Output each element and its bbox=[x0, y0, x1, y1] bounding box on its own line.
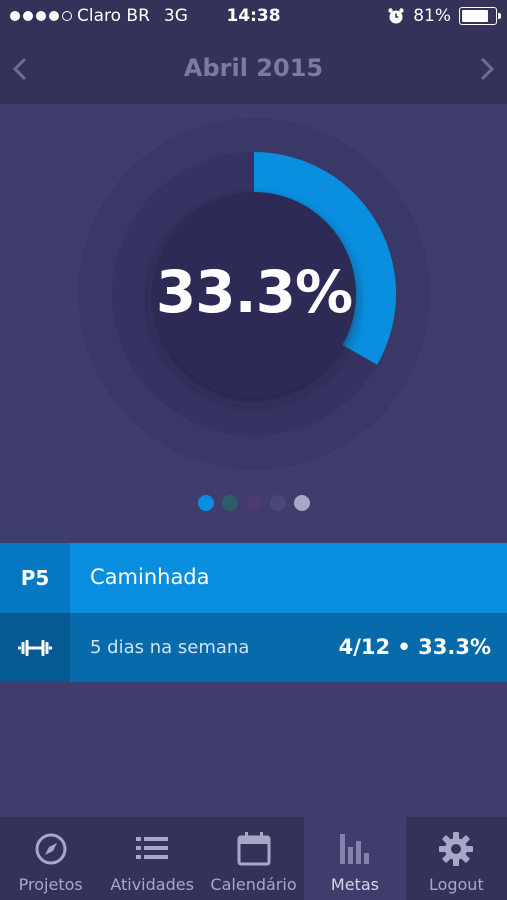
goal-icon-box bbox=[0, 613, 70, 682]
alarm-icon bbox=[388, 8, 404, 24]
goal-header[interactable]: P5 Caminhada bbox=[0, 543, 507, 613]
pager-dot[interactable] bbox=[197, 495, 214, 511]
gear-icon bbox=[439, 832, 474, 866]
chevron-right-icon[interactable] bbox=[475, 56, 499, 82]
header: Abril 2015 bbox=[0, 32, 507, 104]
status-bar: Claro BR 3G 14:38 81% bbox=[0, 0, 507, 32]
calendar-icon bbox=[237, 832, 271, 866]
goal-details[interactable]: 5 dias na semana 4/12 • 33.3% bbox=[0, 613, 507, 682]
tab-calendario[interactable]: Calendário bbox=[203, 817, 304, 900]
tab-label: Metas bbox=[330, 875, 379, 894]
pager-dot[interactable] bbox=[221, 495, 238, 511]
pager-dot[interactable] bbox=[293, 495, 310, 511]
tab-bar: Projetos Atividades Calendário Metas Log… bbox=[0, 817, 507, 900]
bar-chart-icon bbox=[339, 834, 369, 864]
battery-icon bbox=[459, 7, 501, 25]
tab-projetos[interactable]: Projetos bbox=[0, 817, 101, 900]
tab-label: Logout bbox=[428, 875, 484, 894]
tab-atividades[interactable]: Atividades bbox=[101, 817, 202, 900]
pager-dot[interactable] bbox=[245, 495, 262, 511]
goal-frequency: 5 dias na semana bbox=[90, 637, 250, 658]
tab-label: Calendário bbox=[210, 875, 297, 894]
tab-label: Projetos bbox=[18, 875, 83, 894]
tab-logout[interactable]: Logout bbox=[406, 817, 507, 900]
goal-name: Caminhada bbox=[90, 565, 210, 589]
goal-progress: 4/12 • 33.3% bbox=[338, 635, 491, 659]
compass-icon bbox=[35, 833, 67, 865]
pager-dot[interactable] bbox=[269, 495, 286, 511]
page-title: Abril 2015 bbox=[183, 54, 324, 82]
progress-percent: 33.3% bbox=[155, 258, 353, 326]
list-icon bbox=[136, 837, 169, 859]
dumbbell-icon bbox=[18, 639, 52, 656]
tab-label: Atividades bbox=[110, 875, 194, 894]
pager bbox=[0, 495, 507, 511]
battery-fill bbox=[462, 10, 488, 22]
status-right: 81% bbox=[387, 6, 501, 26]
tab-metas[interactable]: Metas bbox=[304, 817, 406, 900]
battery-percent: 81% bbox=[413, 6, 451, 26]
goal-code: P5 bbox=[0, 543, 70, 613]
